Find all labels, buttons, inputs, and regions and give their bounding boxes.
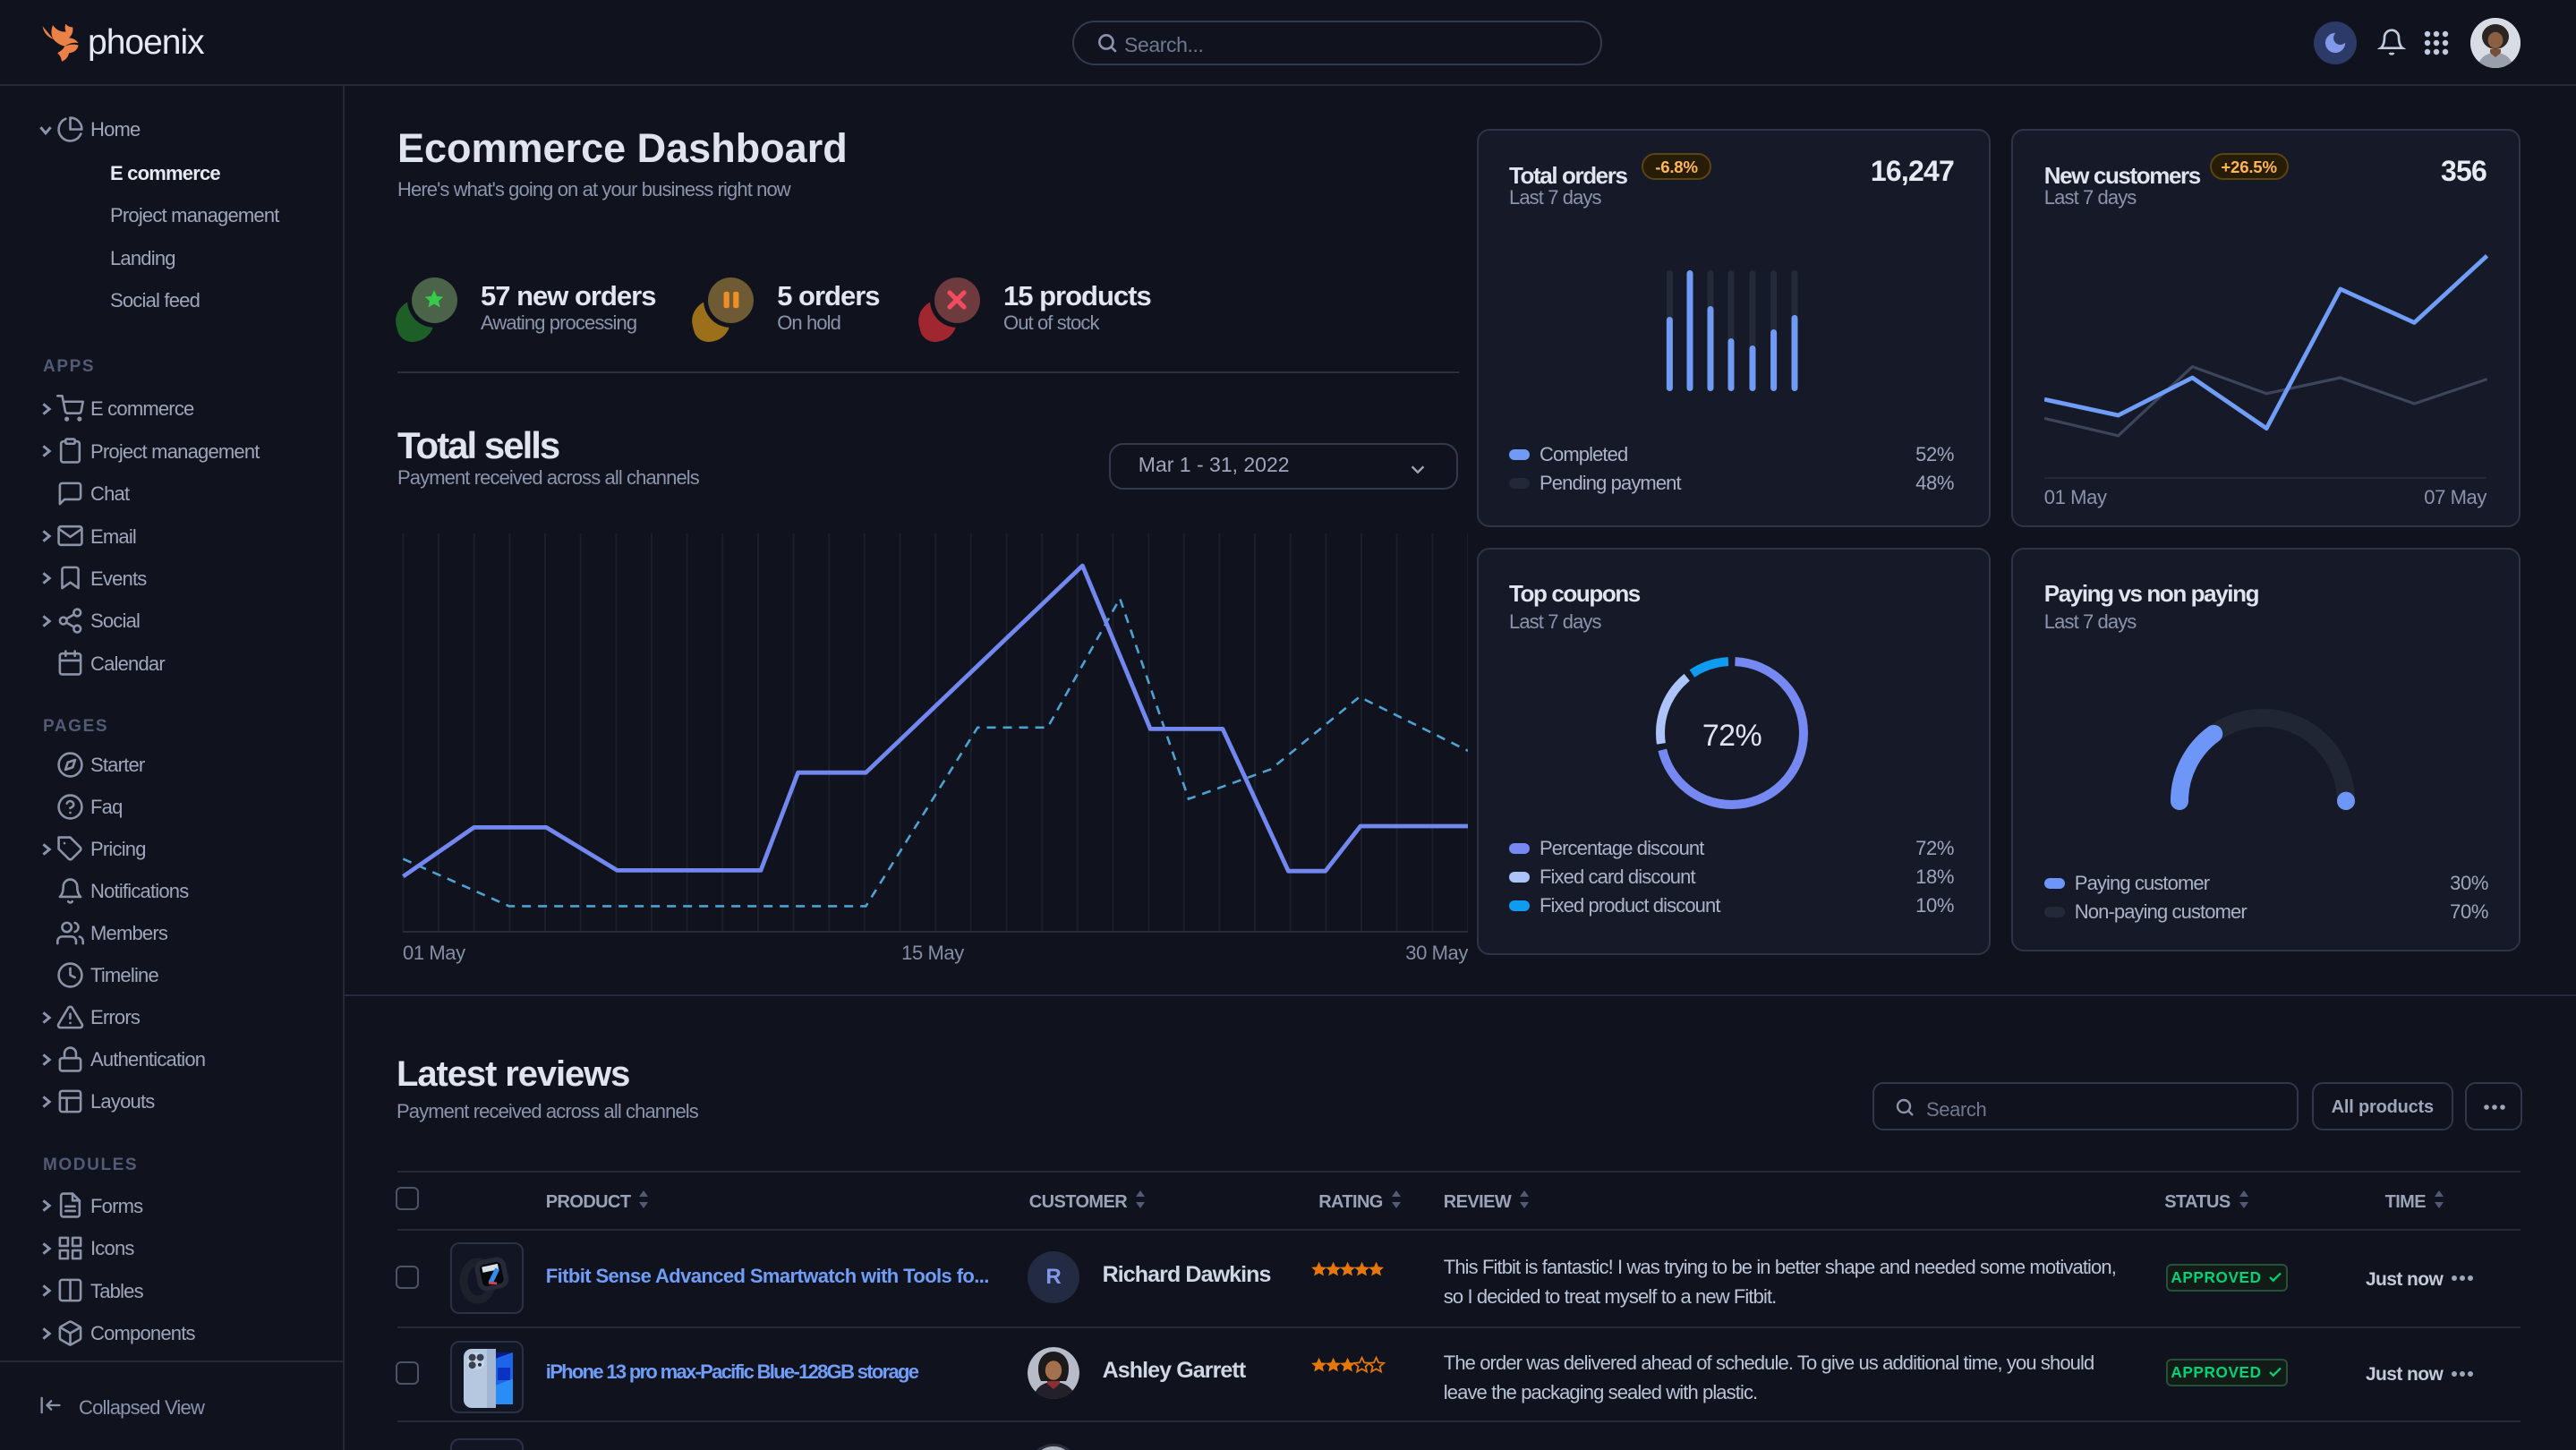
svg-text:15 May: 15 May	[901, 942, 964, 964]
svg-text:01 May: 01 May	[403, 942, 465, 964]
svg-text:30 May: 30 May	[1405, 942, 1468, 964]
